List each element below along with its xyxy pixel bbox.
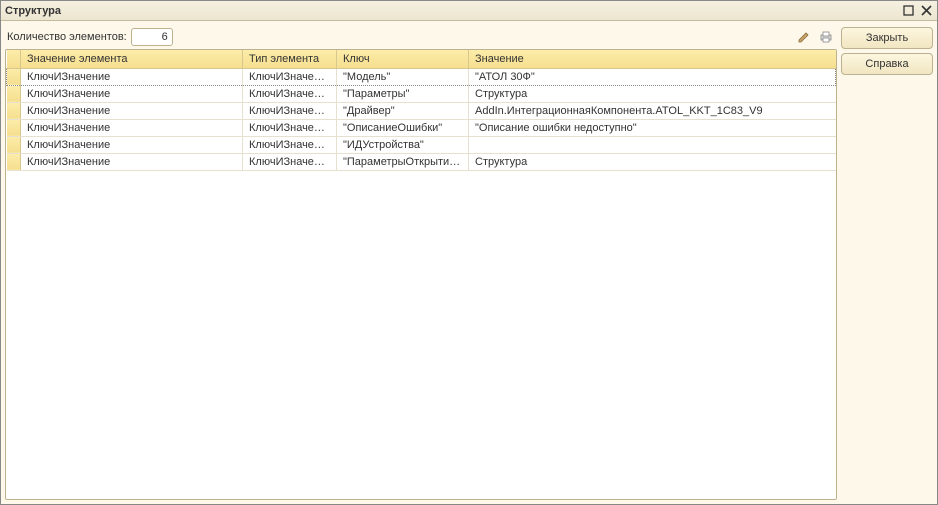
row-marker xyxy=(7,68,21,85)
cell-value[interactable]: Структура xyxy=(469,85,836,102)
close-icon[interactable] xyxy=(919,4,933,18)
cell-value-element[interactable]: КлючИЗначение xyxy=(21,85,243,102)
row-marker xyxy=(7,136,21,153)
cell-type-element[interactable]: КлючИЗначение xyxy=(243,153,337,170)
side-panel: Закрыть Справка xyxy=(841,25,933,500)
col-type-element[interactable]: Тип элемента xyxy=(243,50,337,68)
titlebar: Структура xyxy=(1,1,937,21)
count-field[interactable]: 6 xyxy=(131,28,173,46)
row-marker xyxy=(7,102,21,119)
cell-type-element[interactable]: КлючИЗначение xyxy=(243,85,337,102)
cell-type-element[interactable]: КлючИЗначение xyxy=(243,119,337,136)
toolbar: Количество элементов: 6 xyxy=(5,25,837,49)
window: Структура Количество элементов: 6 xyxy=(0,0,938,505)
table[interactable]: Значение элемента Тип элемента Ключ Знач… xyxy=(5,49,837,500)
col-key[interactable]: Ключ xyxy=(337,50,469,68)
window-title: Структура xyxy=(5,5,901,17)
cell-value-element[interactable]: КлючИЗначение xyxy=(21,68,243,85)
cell-key[interactable]: "Параметры" xyxy=(337,85,469,102)
help-button[interactable]: Справка xyxy=(841,53,933,75)
table-row[interactable]: КлючИЗначениеКлючИЗначение"ПараметрыОткр… xyxy=(7,153,836,170)
count-label: Количество элементов: xyxy=(7,31,127,43)
cell-value[interactable]: Структура xyxy=(469,153,836,170)
row-marker xyxy=(7,153,21,170)
table-row[interactable]: КлючИЗначениеКлючИЗначение"Драйвер"AddIn… xyxy=(7,102,836,119)
table-row[interactable]: КлючИЗначениеКлючИЗначение"ИДУстройства" xyxy=(7,136,836,153)
row-marker xyxy=(7,85,21,102)
cell-value[interactable]: "АТОЛ 30Ф" xyxy=(469,68,836,85)
cell-value[interactable]: AddIn.ИнтеграционнаяКомпонента.ATOL_KKT_… xyxy=(469,102,836,119)
edit-icon[interactable] xyxy=(795,28,813,46)
cell-key[interactable]: "ПараметрыОткрытия… xyxy=(337,153,469,170)
cell-key[interactable]: "ИДУстройства" xyxy=(337,136,469,153)
main: Количество элементов: 6 xyxy=(5,25,837,500)
close-button[interactable]: Закрыть xyxy=(841,27,933,49)
cell-value-element[interactable]: КлючИЗначение xyxy=(21,136,243,153)
table-row[interactable]: КлючИЗначениеКлючИЗначение"ОписаниеОшибк… xyxy=(7,119,836,136)
col-value-element[interactable]: Значение элемента xyxy=(21,50,243,68)
cell-type-element[interactable]: КлючИЗначение xyxy=(243,136,337,153)
cell-value-element[interactable]: КлючИЗначение xyxy=(21,102,243,119)
cell-type-element[interactable]: КлючИЗначение xyxy=(243,68,337,85)
table-header-row: Значение элемента Тип элемента Ключ Знач… xyxy=(7,50,836,68)
col-marker[interactable] xyxy=(7,50,21,68)
table-row[interactable]: КлючИЗначениеКлючИЗначение"Параметры"Стр… xyxy=(7,85,836,102)
row-marker xyxy=(7,119,21,136)
cell-key[interactable]: "Модель" xyxy=(337,68,469,85)
table-row[interactable]: КлючИЗначениеКлючИЗначение"Модель""АТОЛ … xyxy=(7,68,836,85)
body: Количество элементов: 6 xyxy=(1,21,937,504)
titlebar-buttons xyxy=(901,4,933,18)
print-icon[interactable] xyxy=(817,28,835,46)
cell-value-element[interactable]: КлючИЗначение xyxy=(21,153,243,170)
cell-key[interactable]: "ОписаниеОшибки" xyxy=(337,119,469,136)
col-value[interactable]: Значение xyxy=(469,50,836,68)
cell-type-element[interactable]: КлючИЗначение xyxy=(243,102,337,119)
cell-value[interactable]: "Описание ошибки недоступно" xyxy=(469,119,836,136)
cell-value-element[interactable]: КлючИЗначение xyxy=(21,119,243,136)
cell-value[interactable] xyxy=(469,136,836,153)
cell-key[interactable]: "Драйвер" xyxy=(337,102,469,119)
maximize-icon[interactable] xyxy=(901,4,915,18)
